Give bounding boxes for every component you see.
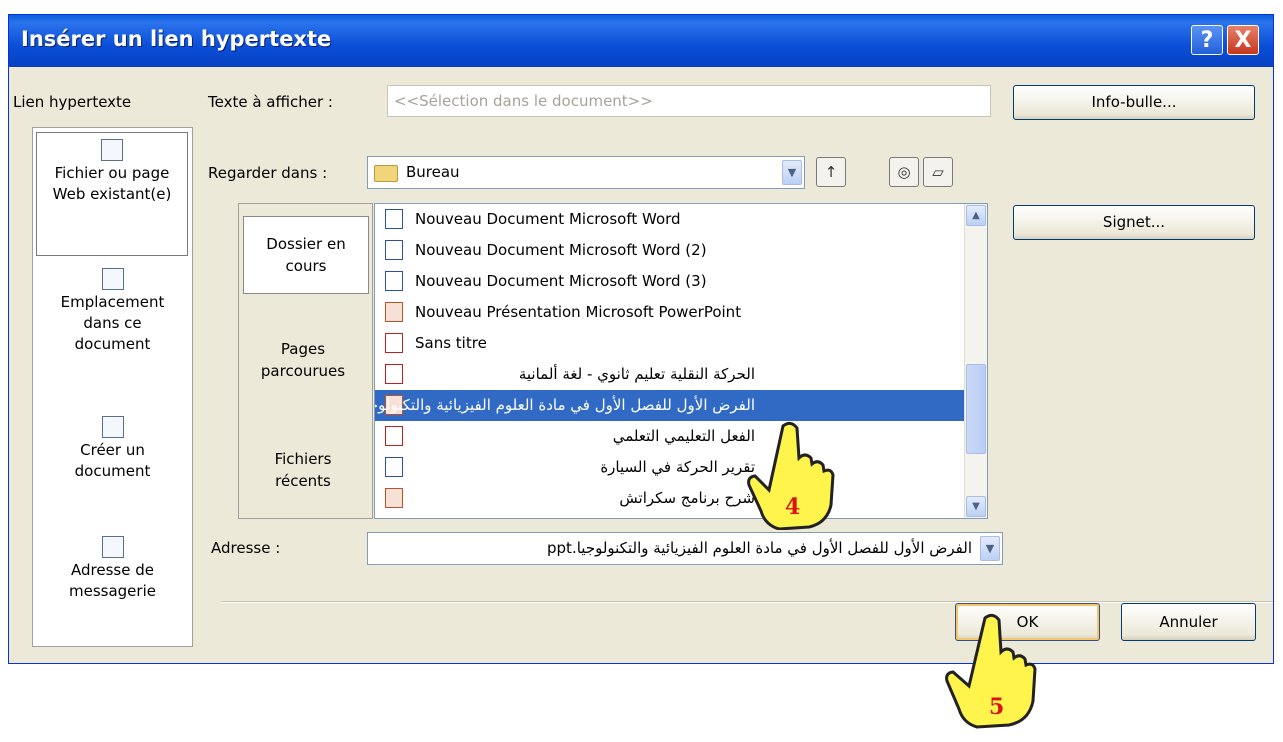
address-label: Adresse : <box>211 539 281 557</box>
pdf-file-icon <box>385 426 403 446</box>
address-value: الفرض الأول للفصل الأول في مادة العلوم ا… <box>547 539 972 557</box>
link-to-item-2[interactable]: Créer un document <box>33 410 192 482</box>
insert-hyperlink-dialog: Insérer un lien hypertexte ? X Lien hype… <box>8 14 1274 664</box>
file-name: Nouveau Document Microsoft Word (2) <box>415 241 707 259</box>
chevron-down-icon[interactable]: ▼ <box>980 536 1000 561</box>
tab-1[interactable]: Pages parcourues <box>239 330 367 390</box>
file-name: Nouveau Document Microsoft Word (3) <box>415 272 707 290</box>
look-in-label: Regarder dans : <box>208 164 328 182</box>
file-name: الفعل التعليمي التعلمي <box>612 427 755 445</box>
new-document-icon <box>101 416 124 438</box>
pdf-file-icon <box>385 333 403 353</box>
help-button[interactable]: ? <box>1191 25 1223 55</box>
link-to-item-label: Créer un document <box>74 441 151 480</box>
address-input[interactable]: الفرض الأول للفصل الأول في مادة العلوم ا… <box>367 532 1003 565</box>
tab-0[interactable]: Dossier en cours <box>243 216 369 294</box>
link-to-item-label: Fichier ou page Web existant(e) <box>52 164 172 203</box>
browse-web-icon[interactable]: ◎ <box>889 157 919 187</box>
link-to-item-0[interactable]: Fichier ou page Web existant(e) <box>36 132 188 256</box>
look-in-value: Bureau <box>406 163 460 181</box>
file-list-item[interactable]: تقرير الحركة في السيارة <box>375 452 965 483</box>
tab-2[interactable]: Fichiers récents <box>239 440 367 500</box>
link-to-item-label: Emplacement dans ce document <box>60 293 165 353</box>
file-name: تقرير الحركة في السيارة <box>600 458 755 476</box>
scroll-thumb[interactable] <box>966 364 986 454</box>
file-list-item[interactable]: الفعل التعليمي التعلمي <box>375 421 965 452</box>
file-name: Sans titre <box>415 334 487 352</box>
file-name: Nouveau Document Microsoft Word <box>415 210 681 228</box>
file-list-scrollbar[interactable]: ▲ ▼ <box>964 204 987 518</box>
scroll-down-icon[interactable]: ▼ <box>966 496 986 517</box>
link-to-item-label: Adresse de messagerie <box>69 561 156 600</box>
link-to-item-3[interactable]: Adresse de messagerie <box>33 530 192 602</box>
bookmark-button[interactable]: Signet... <box>1013 205 1255 240</box>
word-file-icon <box>385 209 403 229</box>
file-list-item[interactable]: الفرض الأول للفصل الأول في مادة العلوم ا… <box>375 390 965 421</box>
link-to-sidebar: Fichier ou page Web existant(e) Emplaceme… <box>32 127 193 647</box>
text-to-display-label: Texte à afficher : <box>208 93 333 111</box>
email-address-icon <box>101 536 124 558</box>
text-to-display-value: <<Sélection dans le document>> <box>394 92 653 110</box>
file-list-item[interactable]: شرح برنامج سكراتش <box>375 483 965 514</box>
file-list-item[interactable]: Nouveau Document Microsoft Word (2) <box>375 235 965 266</box>
word-file-icon <box>385 240 403 260</box>
cancel-button[interactable]: Annuler <box>1121 603 1256 641</box>
file-list-item[interactable]: Sans titre <box>375 328 965 359</box>
pointing-hand-step5-icon: 5 <box>945 613 1037 729</box>
file-list-item[interactable]: Nouveau Présentation Microsoft PowerPoin… <box>375 297 965 328</box>
file-list-item[interactable]: Nouveau Document Microsoft Word <box>375 204 965 235</box>
inner-tabs: Dossier en cours Pages parcourues Fichiers… <box>238 203 373 519</box>
file-name: الفرض الأول للفصل الأول في مادة العلوم ا… <box>374 396 755 414</box>
text-to-display-input[interactable]: <<Sélection dans le document>> <box>387 85 991 117</box>
chevron-down-icon[interactable]: ▼ <box>782 160 802 185</box>
place-in-document-icon <box>101 268 124 290</box>
file-list[interactable]: Nouveau Document Microsoft Word Nouveau D… <box>374 203 988 519</box>
step4-number: 4 <box>785 494 800 520</box>
word-file-icon <box>385 271 403 291</box>
pdf-file-icon <box>385 364 403 384</box>
file-list-item[interactable]: الحركة النقلية تعليم ثانوي - لغة ألمانية <box>375 359 965 390</box>
screentip-button[interactable]: Info-bulle... <box>1013 85 1255 120</box>
ppt-file-icon <box>385 302 403 322</box>
scroll-up-icon[interactable]: ▲ <box>966 205 986 226</box>
web-page-file-icon <box>101 139 123 161</box>
file-name: الحركة النقلية تعليم ثانوي - لغة ألمانية <box>518 365 755 383</box>
pointing-hand-step4-icon: 4 <box>747 421 835 530</box>
ppt-file-icon <box>385 488 403 508</box>
up-one-folder-icon[interactable]: ↑ <box>816 157 846 187</box>
file-list-item[interactable]: Nouveau Document Microsoft Word (3) <box>375 266 965 297</box>
folder-icon <box>374 165 398 182</box>
link-to-label: Lien hypertexte <box>13 93 132 111</box>
file-name: Nouveau Présentation Microsoft PowerPoin… <box>415 303 742 321</box>
word-file-icon <box>385 457 403 477</box>
step5-number: 5 <box>989 694 1004 720</box>
file-name: شرح برنامج سكراتش <box>619 489 755 507</box>
browse-file-icon[interactable]: ▱ <box>923 157 953 187</box>
dialog-title: Insérer un lien hypertexte <box>21 27 332 51</box>
look-in-select[interactable]: Bureau ▼ <box>367 156 805 189</box>
title-bar[interactable]: Insérer un lien hypertexte ? X <box>9 15 1273 67</box>
separator <box>221 601 1273 603</box>
link-to-item-1[interactable]: Emplacement dans ce document <box>33 262 192 355</box>
close-button[interactable]: X <box>1227 25 1259 55</box>
